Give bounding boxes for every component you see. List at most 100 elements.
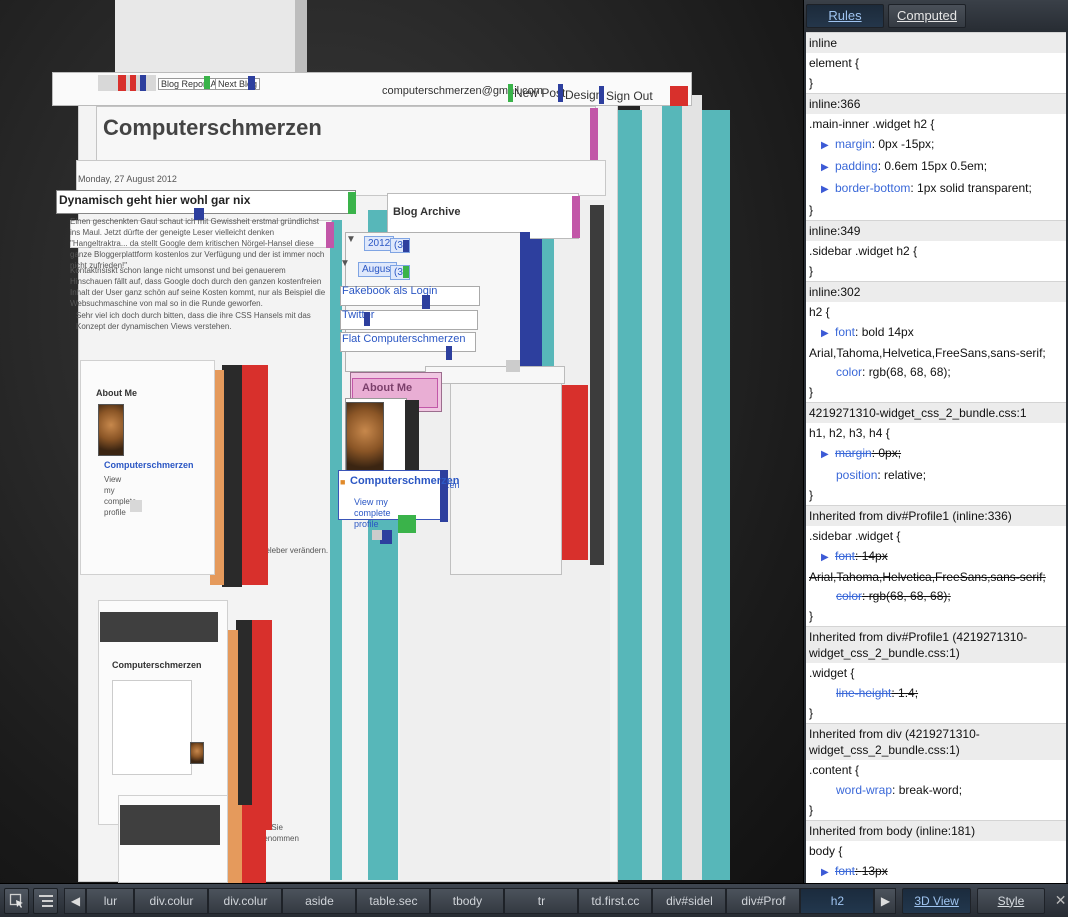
breadcrumb-item[interactable]: lur [86, 887, 135, 914]
card-profile-name[interactable]: Computerschmerzen [104, 460, 194, 470]
breadcrumb-item[interactable]: div.colur [134, 887, 209, 914]
navbar-logo [98, 75, 156, 91]
stack-layer [599, 86, 604, 104]
expand-property-icon[interactable]: ▶ [821, 445, 835, 465]
stack-layer [616, 110, 642, 880]
rule-property[interactable]: ▶ font: 14px [806, 546, 1066, 568]
stack-layer [560, 385, 588, 560]
about-me-widget-bg [450, 380, 562, 575]
profile-link-line-2[interactable]: complete [354, 508, 391, 518]
stack-layer [118, 75, 126, 91]
style-button[interactable]: Style [976, 887, 1046, 914]
property-name: margin [835, 446, 872, 460]
property-name: font [835, 325, 856, 339]
property-name: margin [835, 137, 872, 151]
design-link[interactable]: Design [565, 88, 602, 102]
stack-layer [403, 240, 409, 252]
stack-layer [204, 76, 210, 89]
about-me-widget-edge [425, 366, 565, 384]
profile-photo[interactable] [346, 402, 384, 474]
rule-source-header: Inherited from body (inline:181) [806, 820, 1066, 841]
property-separator: : [855, 864, 862, 878]
expand-property-icon[interactable]: ▶ [821, 548, 835, 568]
breadcrumb-item[interactable]: aside [282, 887, 357, 914]
archive-month-toggle-icon[interactable]: ▼ [340, 258, 350, 269]
close-icon[interactable]: ✕ [1053, 892, 1068, 910]
rule-property[interactable]: ▶ margin: 0px -15px; [806, 134, 1066, 156]
breadcrumb-item[interactable]: div#Prof [726, 887, 801, 914]
expand-property-icon[interactable]: ▶ [821, 324, 835, 344]
stack-layer [403, 266, 409, 278]
property-value: 14px [861, 549, 888, 563]
property-name: border-bottom [835, 181, 911, 195]
rule-source-header: Inherited from div (4219271310-widget_cs… [806, 723, 1066, 760]
breadcrumb-item-selected[interactable]: h2 [800, 887, 875, 914]
property-separator: : [892, 783, 899, 797]
html-panel-button[interactable] [33, 887, 59, 914]
rule-selector-line: .widget { [809, 666, 855, 680]
tab-computed[interactable]: Computed [888, 4, 966, 28]
rule-selector-line: h2 { [809, 305, 830, 319]
stack-layer [398, 515, 416, 533]
property-value: 0px -15px; [878, 137, 935, 151]
breadcrumb-scroll-right[interactable]: ▶ [874, 887, 897, 914]
rule-source-header: Inherited from div#Profile1 (inline:336) [806, 505, 1066, 526]
breadcrumb-scroll-left[interactable]: ◀ [64, 887, 87, 914]
archive-post-link-3[interactable]: Flat Computerschmerzen [342, 333, 466, 345]
sign-out-link[interactable]: Sign Out [606, 89, 653, 103]
archive-year-toggle-icon[interactable]: ▼ [346, 234, 356, 245]
property-value: 13px [861, 864, 888, 878]
rule-source-header: inline [806, 32, 1066, 53]
stack-layer [640, 100, 662, 880]
stack-layer [508, 84, 513, 102]
property-name: line-height [836, 686, 892, 700]
breadcrumb-item[interactable]: td.first.cc [578, 887, 653, 914]
profile-name-link[interactable]: Computerschmerzen [350, 475, 459, 487]
stack-layer [250, 620, 272, 830]
stack-layer [364, 312, 370, 326]
stack-layer [226, 805, 242, 883]
breadcrumb-item[interactable]: div#sidel [652, 887, 727, 914]
rules-list[interactable]: inline element {} inline:366 .main-inner .w… [806, 32, 1066, 883]
rule-property[interactable]: ▶ border-bottom: 1px solid transparent; [806, 178, 1066, 200]
rule-property[interactable]: ▶ margin: 0px; [806, 443, 1066, 465]
3d-view-button[interactable]: 3D View [902, 887, 971, 914]
stack-layer [670, 86, 688, 106]
blog-title[interactable]: Computerschmerzen [103, 115, 322, 141]
breadcrumb-item[interactable]: tr [504, 887, 579, 914]
rule-property[interactable]: color: rgb(68, 68, 68); [806, 586, 1066, 606]
stack-layer [348, 192, 356, 214]
rule-property[interactable]: position: relative; [806, 465, 1066, 485]
rule-property[interactable]: line-height: 1.4; [806, 683, 1066, 703]
rule-selector-line: } [809, 803, 814, 817]
rule-property[interactable]: ▶ font: 13px [806, 861, 1066, 883]
3d-view-canvas[interactable]: Blog Report Abuse Next Blog computerschm… [0, 0, 803, 883]
stack-layer [422, 295, 430, 309]
expand-property-icon[interactable]: ▶ [821, 863, 835, 883]
breadcrumb-item[interactable]: table.sec [356, 887, 431, 914]
rule-source-header: inline:302 [806, 281, 1066, 302]
about-me-title[interactable]: About Me [362, 382, 412, 394]
property-name: color [836, 589, 863, 603]
inspect-pointer-button[interactable] [4, 887, 30, 914]
tab-rules[interactable]: Rules [806, 4, 884, 28]
rule-property[interactable]: color: rgb(68, 68, 68); [806, 362, 1066, 382]
stack-layer [572, 196, 580, 238]
background-column-side [295, 0, 307, 80]
card-screenshot-avatar [190, 742, 204, 764]
rule-property[interactable]: ▶ font: bold 14px [806, 322, 1066, 344]
card-screenshot-body [112, 680, 192, 775]
expand-property-icon[interactable]: ▶ [821, 158, 835, 178]
expand-property-icon[interactable]: ▶ [821, 180, 835, 200]
card-screenshot-header [100, 612, 218, 642]
rule-property[interactable]: ▶ padding: 0.6em 15px 0.5em; [806, 156, 1066, 178]
post-title[interactable]: Dynamisch geht hier wohl gar nix [59, 193, 250, 207]
breadcrumb-item[interactable]: div.colur [208, 887, 283, 914]
stack-layer [590, 205, 604, 565]
profile-link-line-1[interactable]: View my [354, 497, 388, 507]
breadcrumb-item[interactable]: tbody [430, 887, 505, 914]
rule-property[interactable]: word-wrap: break-word; [806, 780, 1066, 800]
stack-layer [240, 805, 266, 883]
expand-property-icon[interactable]: ▶ [821, 136, 835, 156]
profile-link-line-3[interactable]: profile [354, 519, 379, 529]
